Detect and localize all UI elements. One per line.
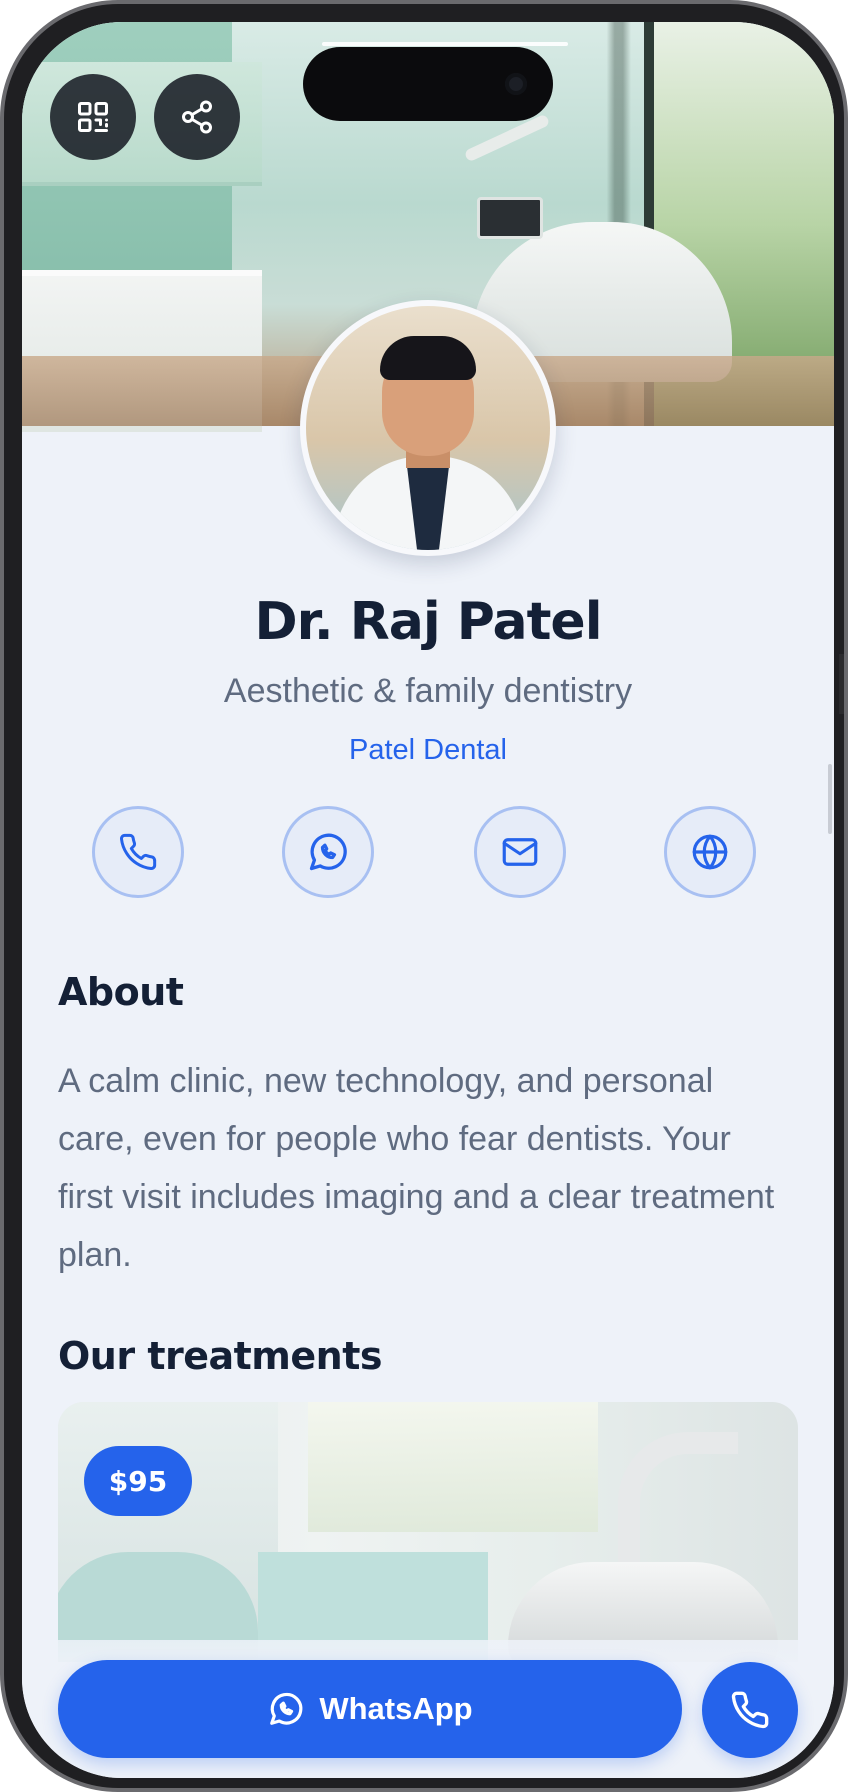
avatar [300,300,556,556]
whatsapp-cta-label: WhatsApp [319,1691,473,1726]
treatments-heading: Our treatments [58,1334,383,1378]
whatsapp-icon [309,833,347,871]
about-text: A calm clinic, new technology, and perso… [58,1062,775,1274]
website-button[interactable] [664,806,756,898]
status-indicator [322,42,568,46]
call-cta-button[interactable] [702,1662,798,1758]
whatsapp-icon [270,1692,303,1725]
email-button[interactable] [474,806,566,898]
scrollbar[interactable] [828,764,832,834]
bottom-action-bar: WhatsApp [22,1640,834,1778]
globe-icon [692,834,728,870]
qr-code-icon [78,102,108,132]
side-button [839,654,844,714]
qr-code-button[interactable] [50,74,136,160]
about-heading: About [58,970,184,1014]
whatsapp-button[interactable] [282,806,374,898]
phone-frame: Dr. Raj Patel Aesthetic & family dentist… [0,0,848,1792]
share-button[interactable] [154,74,240,160]
whatsapp-cta-button[interactable]: WhatsApp [58,1660,682,1758]
camera-icon [505,73,527,95]
mail-icon [502,838,538,866]
dynamic-island [303,47,553,121]
profile-name: Dr. Raj Patel [254,592,602,652]
profile-subtitle: Aesthetic & family dentistry [223,672,633,710]
phone-icon [731,1691,769,1729]
share-icon [182,100,212,134]
treatment-card[interactable] [58,1402,798,1662]
call-button[interactable] [92,806,184,898]
company-link[interactable]: Patel Dental [22,734,834,767]
phone-icon [120,833,157,870]
price-badge: $95 [84,1446,192,1516]
screen: Dr. Raj Patel Aesthetic & family dentist… [22,22,834,1778]
